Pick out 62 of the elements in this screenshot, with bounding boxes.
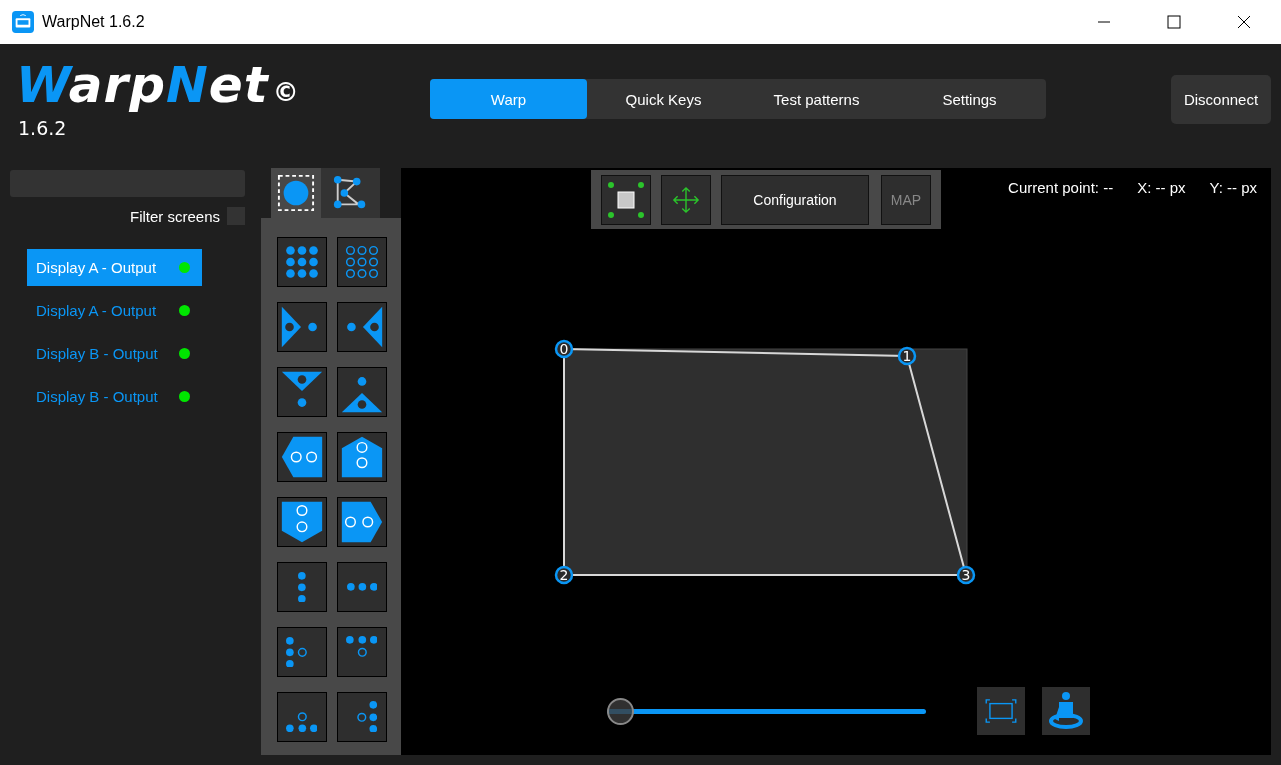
screen-name: Display A - Output [36,259,158,276]
filter-label: Filter screens [129,207,220,225]
pattern-button[interactable] [277,302,327,352]
pattern-button[interactable] [277,562,327,612]
version-label: 1.6.2 [18,117,68,139]
pattern-button[interactable] [337,627,387,677]
pattern-button[interactable] [277,237,327,287]
slider-thumb[interactable] [607,697,634,725]
pattern-button[interactable] [277,367,327,417]
warp-point-handle[interactable]: 3 [956,565,976,585]
pattern-button[interactable] [337,302,387,352]
tool-tab[interactable] [271,168,321,218]
window-title: WarpNet 1.6.2 [42,13,145,31]
dots-bottom-row-icon [285,712,318,733]
y-coordinate-label: Y: -- px [1209,179,1257,196]
copyright-mark: © [272,77,299,107]
tool-tab[interactable] [321,168,380,218]
current-point-label: Current point: -- [1008,179,1114,196]
screen-frame-icon [985,699,1017,723]
screen-name: Display B - Output [36,345,159,362]
screen-name: Display B - Output [36,388,159,405]
dots-left-column-icon [285,636,307,668]
warp-point-handle[interactable]: 1 [897,346,917,366]
corner-points-icon [606,180,646,220]
pattern-button[interactable] [337,432,387,482]
tab[interactable]: Quick Keys [587,79,740,119]
pattern-button[interactable] [337,497,387,547]
screen-list-item[interactable]: Display A - Output [27,292,202,329]
warp-point-handle[interactable]: 0 [554,339,574,359]
fit-screen-button[interactable] [977,687,1025,735]
zoom-slider[interactable] [607,697,926,725]
dots-top-row-icon [345,635,378,657]
pattern-button[interactable] [337,692,387,742]
person-on-ring-icon [1046,691,1086,731]
pattern-button[interactable] [277,432,327,482]
pattern-button[interactable] [277,692,327,742]
point-select-icon [277,174,315,212]
logo-text: WarpNet [16,57,269,113]
tab[interactable]: Settings [893,79,1046,119]
move-tool-button[interactable] [661,175,711,225]
move-arrows-icon [672,186,700,214]
maximize-icon[interactable] [1167,15,1181,29]
horizontal-dots-icon [346,583,378,591]
disconnect-button[interactable]: Disconnect [1171,75,1271,124]
screen-list-item[interactable]: Display B - Output [27,378,202,415]
screen-name: Display A - Output [36,302,158,319]
screen-list-item[interactable]: Display B - Output [27,335,202,372]
pattern-button[interactable] [337,562,387,612]
app-icon [12,11,34,33]
pattern-button[interactable] [277,497,327,547]
corners-tool-button[interactable] [601,175,651,225]
viewer-button[interactable] [1042,687,1090,735]
vertical-dots-icon [298,571,306,603]
pattern-button[interactable] [337,367,387,417]
pattern-button[interactable] [337,237,387,287]
configuration-button[interactable]: Configuration [721,175,869,225]
warp-point-handle[interactable]: 2 [554,565,574,585]
tab[interactable]: Test patterns [740,79,893,119]
pattern-button[interactable] [277,627,327,677]
x-coordinate-label: X: -- px [1137,179,1186,196]
close-icon[interactable] [1237,15,1251,29]
dots-right-column-icon [357,700,378,733]
